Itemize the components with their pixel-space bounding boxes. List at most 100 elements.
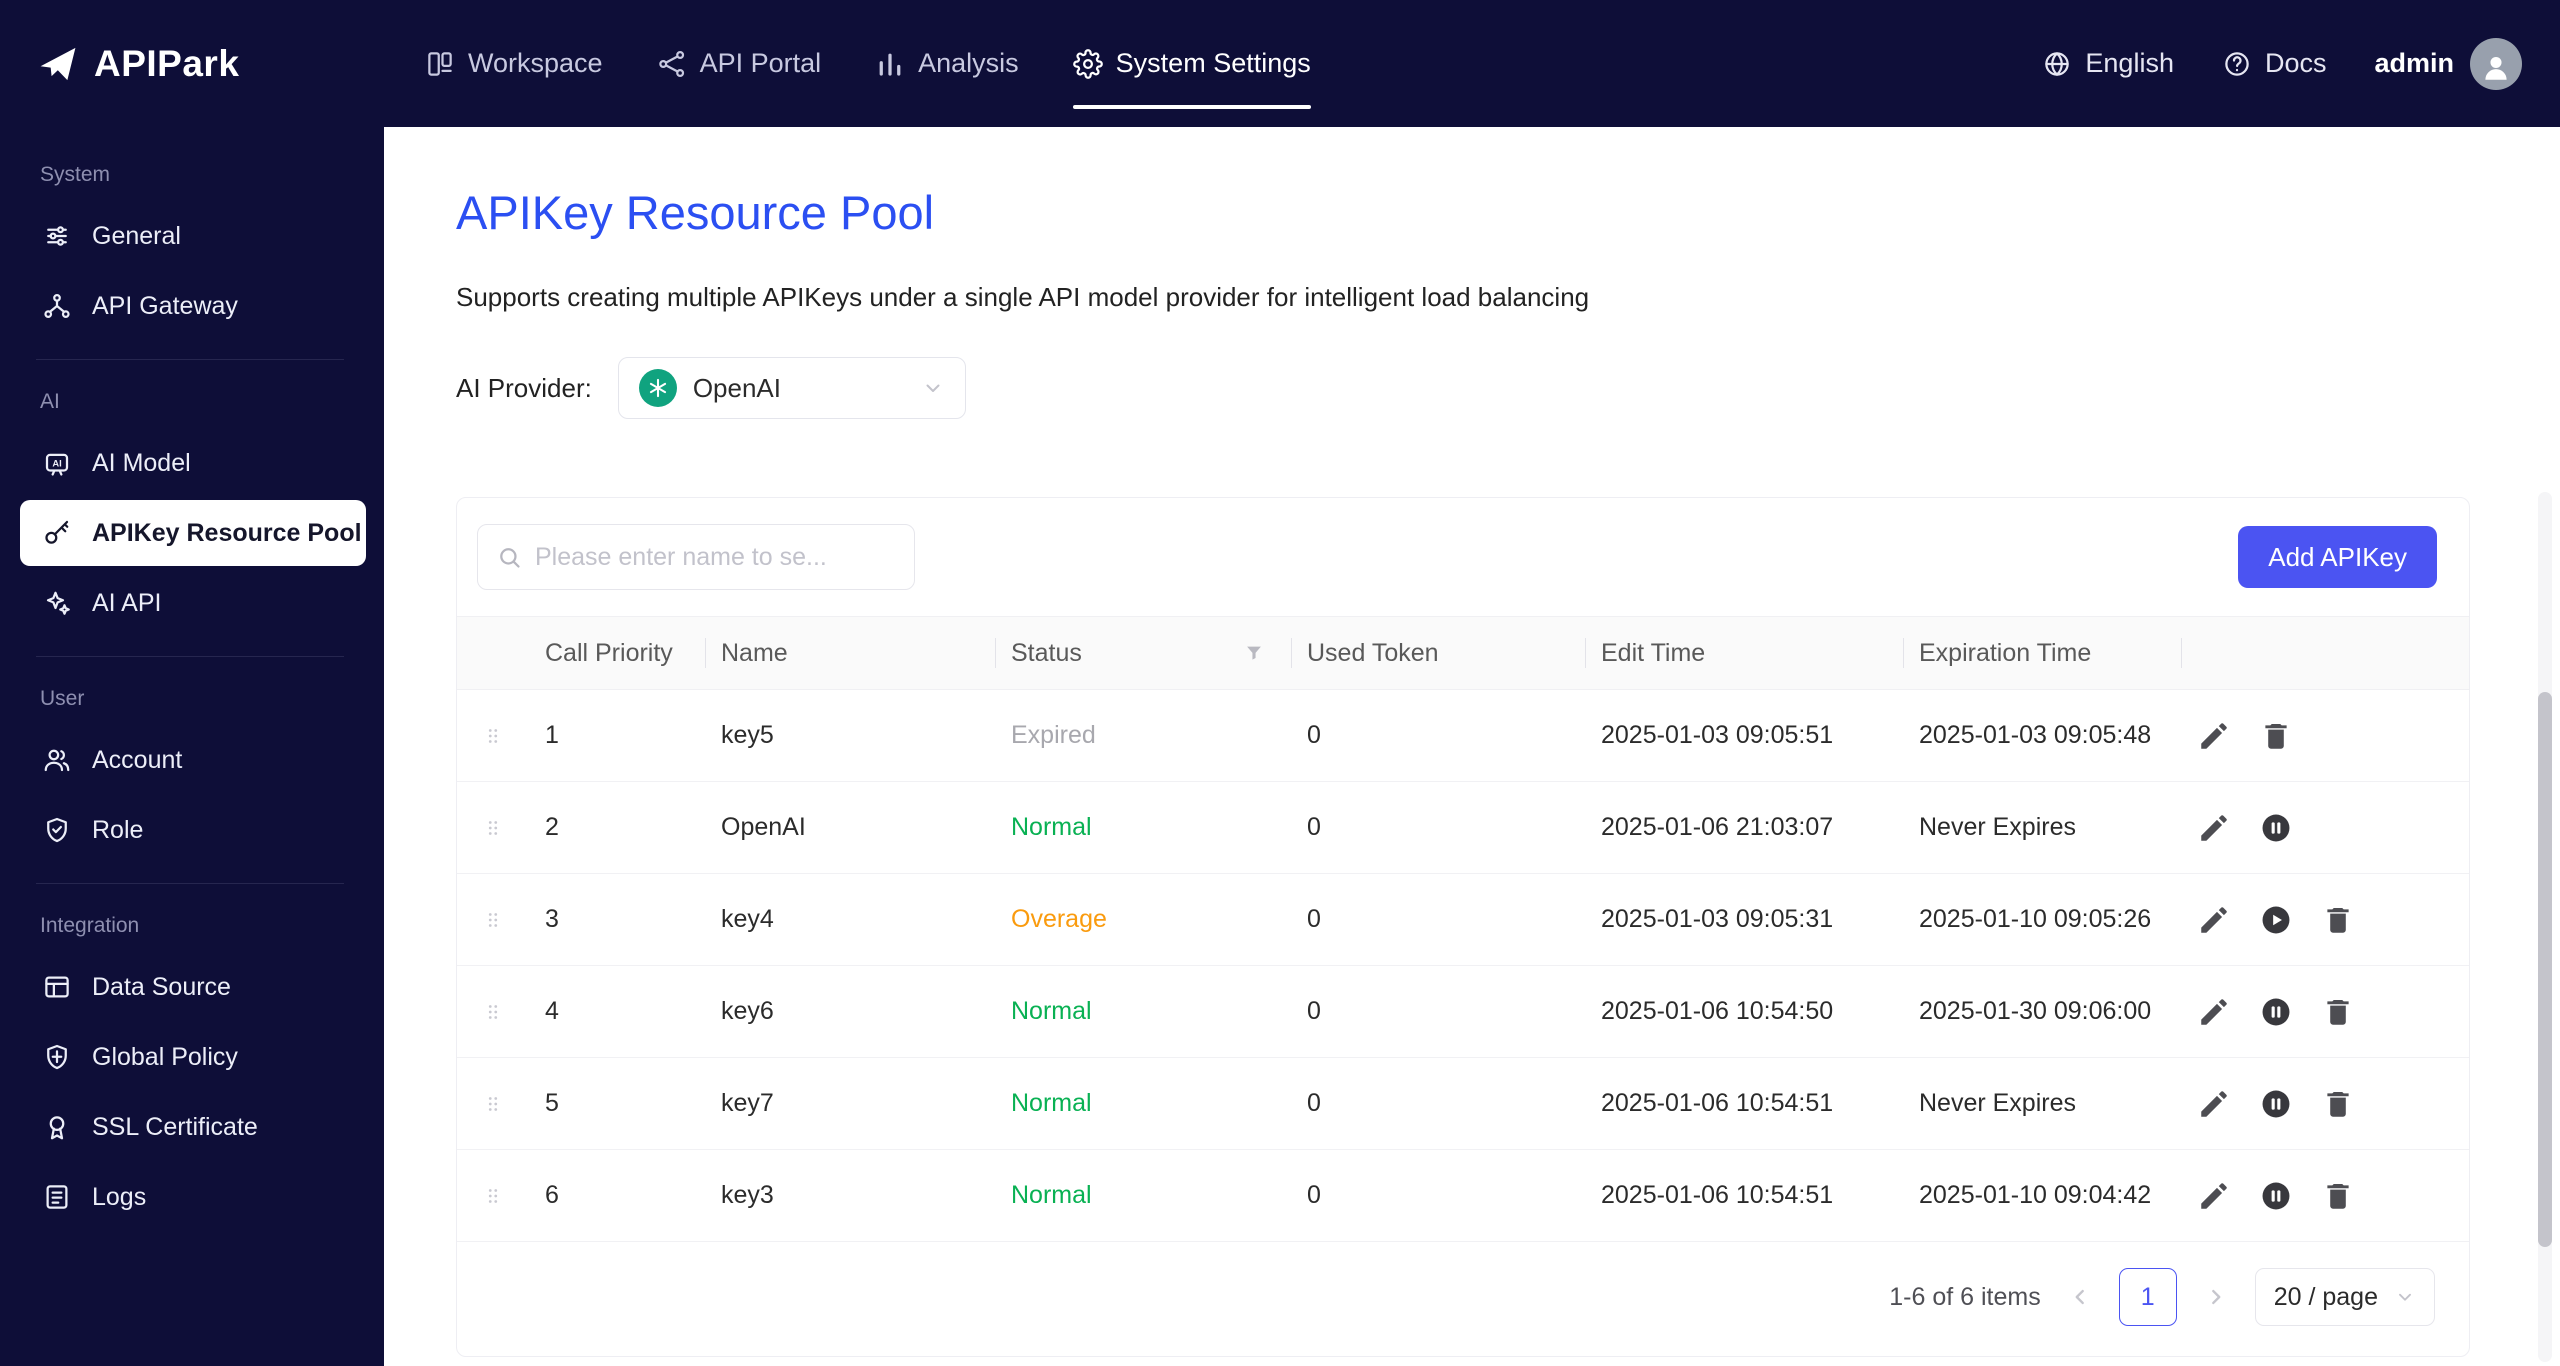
ssl-icon bbox=[42, 1112, 72, 1142]
sidebar-item-label: API Gateway bbox=[92, 292, 238, 321]
resume-button[interactable] bbox=[2259, 903, 2293, 937]
edit-button[interactable] bbox=[2197, 811, 2231, 845]
delete-button[interactable] bbox=[2321, 995, 2355, 1029]
policy-icon bbox=[42, 1042, 72, 1072]
sidebar-item-label: Data Source bbox=[92, 973, 231, 1002]
scrollbar-thumb[interactable] bbox=[2538, 692, 2552, 1247]
brand-logo[interactable]: APIPark bbox=[0, 42, 384, 86]
pause-button[interactable] bbox=[2259, 811, 2293, 845]
sidebar-item-apikey-resource-pool[interactable]: APIKey Resource Pool bbox=[20, 500, 366, 566]
sidebar-item-global-policy[interactable]: Global Policy bbox=[20, 1024, 366, 1090]
drag-handle-icon[interactable] bbox=[457, 725, 529, 747]
add-apikey-button[interactable]: Add APIKey bbox=[2238, 526, 2437, 588]
svg-text:AI: AI bbox=[52, 458, 61, 468]
edit-button[interactable] bbox=[2197, 903, 2231, 937]
sidebar-item-ai-api[interactable]: AI API bbox=[20, 570, 366, 636]
delete-button[interactable] bbox=[2321, 1179, 2355, 1213]
drag-handle-icon[interactable] bbox=[457, 1001, 529, 1023]
gateway-icon bbox=[42, 291, 72, 321]
top-nav-workspace[interactable]: Workspace bbox=[398, 0, 630, 127]
sidebar-item-account[interactable]: Account bbox=[20, 727, 366, 793]
aimodel-icon: AI bbox=[42, 448, 72, 478]
cell-expiration-time: Never Expires bbox=[1903, 813, 2181, 842]
docs-label: Docs bbox=[2265, 48, 2327, 79]
cell-expiration-time: 2025-01-10 09:05:26 bbox=[1903, 905, 2181, 934]
sidebar-section-title: Integration bbox=[0, 888, 384, 950]
cell-edit-time: 2025-01-03 09:05:51 bbox=[1585, 721, 1903, 750]
sidebar-item-ai-model[interactable]: AIAI Model bbox=[20, 430, 366, 496]
column-header-label: Used Token bbox=[1307, 639, 1439, 668]
table-row: 3key4Overage02025-01-03 09:05:312025-01-… bbox=[457, 874, 2469, 966]
column-header-label: Name bbox=[721, 639, 788, 668]
row-actions bbox=[2181, 903, 2469, 937]
scrollbar-track[interactable] bbox=[2538, 492, 2552, 1362]
column-header-edit-time: Edit Time bbox=[1585, 617, 1903, 689]
prev-page-button[interactable] bbox=[2067, 1284, 2093, 1310]
sidebar-item-label: Global Policy bbox=[92, 1043, 238, 1072]
sidebar-item-api-gateway[interactable]: API Gateway bbox=[20, 273, 366, 339]
top-bar: APIPark WorkspaceAPI PortalAnalysisSyste… bbox=[0, 0, 2560, 127]
status-badge: Normal bbox=[1011, 1089, 1092, 1117]
sidebar-item-general[interactable]: General bbox=[20, 203, 366, 269]
cell-edit-time: 2025-01-06 21:03:07 bbox=[1585, 813, 1903, 842]
search-input[interactable] bbox=[535, 543, 896, 572]
top-nav: WorkspaceAPI PortalAnalysisSystem Settin… bbox=[398, 0, 1338, 127]
language-switcher[interactable]: English bbox=[2042, 48, 2174, 79]
page-size-select[interactable]: 20 / page bbox=[2255, 1268, 2435, 1326]
next-page-button[interactable] bbox=[2203, 1284, 2229, 1310]
edit-button[interactable] bbox=[2197, 719, 2231, 753]
top-nav-analysis[interactable]: Analysis bbox=[848, 0, 1046, 127]
top-nav-system-settings[interactable]: System Settings bbox=[1046, 0, 1338, 127]
edit-button[interactable] bbox=[2197, 1087, 2231, 1121]
column-header-label: Expiration Time bbox=[1919, 639, 2091, 668]
pause-button[interactable] bbox=[2259, 1087, 2293, 1121]
cell-status: Normal bbox=[995, 1089, 1291, 1118]
drag-handle-icon[interactable] bbox=[457, 1093, 529, 1115]
delete-button[interactable] bbox=[2321, 903, 2355, 937]
edit-button[interactable] bbox=[2197, 1179, 2231, 1213]
cell-edit-time: 2025-01-06 10:54:50 bbox=[1585, 997, 1903, 1026]
sidebar-item-role[interactable]: Role bbox=[20, 797, 366, 863]
cell-call-priority: 4 bbox=[529, 997, 705, 1026]
openai-logo-icon bbox=[639, 369, 677, 407]
column-header-label: Status bbox=[1011, 639, 1082, 668]
drag-handle-icon[interactable] bbox=[457, 1185, 529, 1207]
drag-handle-icon[interactable] bbox=[457, 817, 529, 839]
cell-call-priority: 6 bbox=[529, 1181, 705, 1210]
chevron-down-icon bbox=[921, 376, 945, 400]
cell-name: key7 bbox=[705, 1089, 995, 1118]
drag-handle-icon[interactable] bbox=[457, 909, 529, 931]
role-icon bbox=[42, 815, 72, 845]
cell-name: key4 bbox=[705, 905, 995, 934]
delete-button[interactable] bbox=[2321, 1087, 2355, 1121]
ai-provider-select[interactable]: OpenAI bbox=[618, 357, 966, 419]
docs-link[interactable]: Docs bbox=[2222, 48, 2327, 79]
filter-icon[interactable] bbox=[1243, 642, 1265, 664]
sidebar-item-data-source[interactable]: Data Source bbox=[20, 954, 366, 1020]
cell-expiration-time: Never Expires bbox=[1903, 1089, 2181, 1118]
user-menu[interactable]: admin bbox=[2374, 38, 2522, 90]
sidebar-item-ssl-certificate[interactable]: SSL Certificate bbox=[20, 1094, 366, 1160]
page-number[interactable]: 1 bbox=[2119, 1268, 2177, 1326]
datasource-icon bbox=[42, 972, 72, 1002]
cell-name: key3 bbox=[705, 1181, 995, 1210]
cell-used-token: 0 bbox=[1291, 997, 1585, 1026]
sidebar-item-logs[interactable]: Logs bbox=[20, 1164, 366, 1230]
delete-button[interactable] bbox=[2259, 719, 2293, 753]
sidebar-item-label: AI API bbox=[92, 589, 161, 618]
pause-button[interactable] bbox=[2259, 995, 2293, 1029]
logs-icon bbox=[42, 1182, 72, 1212]
cell-call-priority: 2 bbox=[529, 813, 705, 842]
top-nav-api-portal[interactable]: API Portal bbox=[630, 0, 849, 127]
pause-button[interactable] bbox=[2259, 1179, 2293, 1213]
table-row: 4key6Normal02025-01-06 10:54:502025-01-3… bbox=[457, 966, 2469, 1058]
sidebar-divider bbox=[36, 883, 344, 884]
status-badge: Expired bbox=[1011, 721, 1096, 749]
edit-button[interactable] bbox=[2197, 995, 2231, 1029]
sidebar-section-title: User bbox=[0, 661, 384, 723]
language-label: English bbox=[2085, 48, 2174, 79]
row-actions bbox=[2181, 995, 2469, 1029]
avatar[interactable] bbox=[2470, 38, 2522, 90]
sidebar: SystemGeneralAPI GatewayAIAIAI ModelAPIK… bbox=[0, 127, 384, 1366]
cell-edit-time: 2025-01-06 10:54:51 bbox=[1585, 1089, 1903, 1118]
